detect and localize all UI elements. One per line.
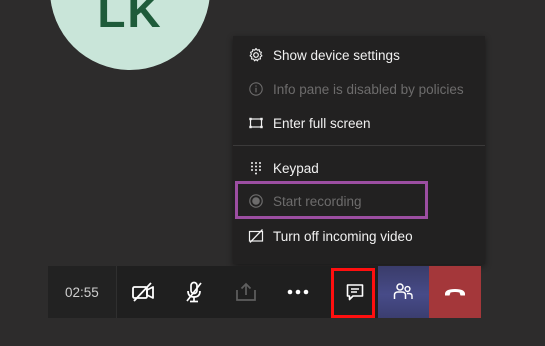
toolbar-separator [324, 266, 330, 318]
menu-item-label: Info pane is disabled by policies [273, 81, 464, 97]
mic-off-icon [184, 281, 204, 303]
menu-item-enter-full-screen[interactable]: Enter full screen [233, 108, 485, 138]
call-timer: 02:55 [48, 266, 117, 318]
menu-item-info-pane: Info pane is disabled by policies [233, 74, 485, 104]
call-toolbar: 02:55 [48, 266, 482, 318]
gear-icon [248, 47, 264, 63]
camera-off-icon [131, 282, 155, 302]
more-actions-menu: Show device settings Info pane is disabl… [233, 36, 485, 264]
menu-item-label: Turn off incoming video [273, 228, 413, 244]
video-off-icon [248, 228, 264, 244]
fullscreen-icon [248, 115, 264, 131]
keypad-icon [248, 160, 264, 176]
menu-item-show-device-settings[interactable]: Show device settings [233, 40, 485, 70]
start-recording-highlight [235, 181, 428, 219]
camera-off-button[interactable] [117, 266, 169, 318]
participants-button[interactable] [377, 266, 430, 318]
menu-item-label: Show device settings [273, 47, 400, 63]
info-icon [248, 81, 264, 97]
avatar: LK [50, 0, 210, 70]
chat-button-highlight [331, 268, 375, 318]
mic-off-button[interactable] [168, 266, 220, 318]
share-button[interactable] [220, 266, 272, 318]
people-icon [392, 281, 414, 303]
more-icon [287, 289, 309, 295]
menu-divider [233, 145, 485, 146]
menu-item-label: Keypad [273, 160, 319, 176]
more-actions-button[interactable] [272, 266, 324, 318]
call-stage: LK Show device settings Info pane is dis… [0, 0, 545, 346]
menu-item-label: Enter full screen [273, 115, 371, 131]
share-tray-icon [235, 282, 257, 302]
hang-up-button[interactable] [429, 266, 482, 318]
menu-item-turn-off-incoming-video[interactable]: Turn off incoming video [233, 221, 485, 251]
phone-hangup-icon [443, 286, 467, 298]
menu-item-keypad[interactable]: Keypad [233, 153, 485, 183]
avatar-initials: LK [97, 0, 163, 37]
